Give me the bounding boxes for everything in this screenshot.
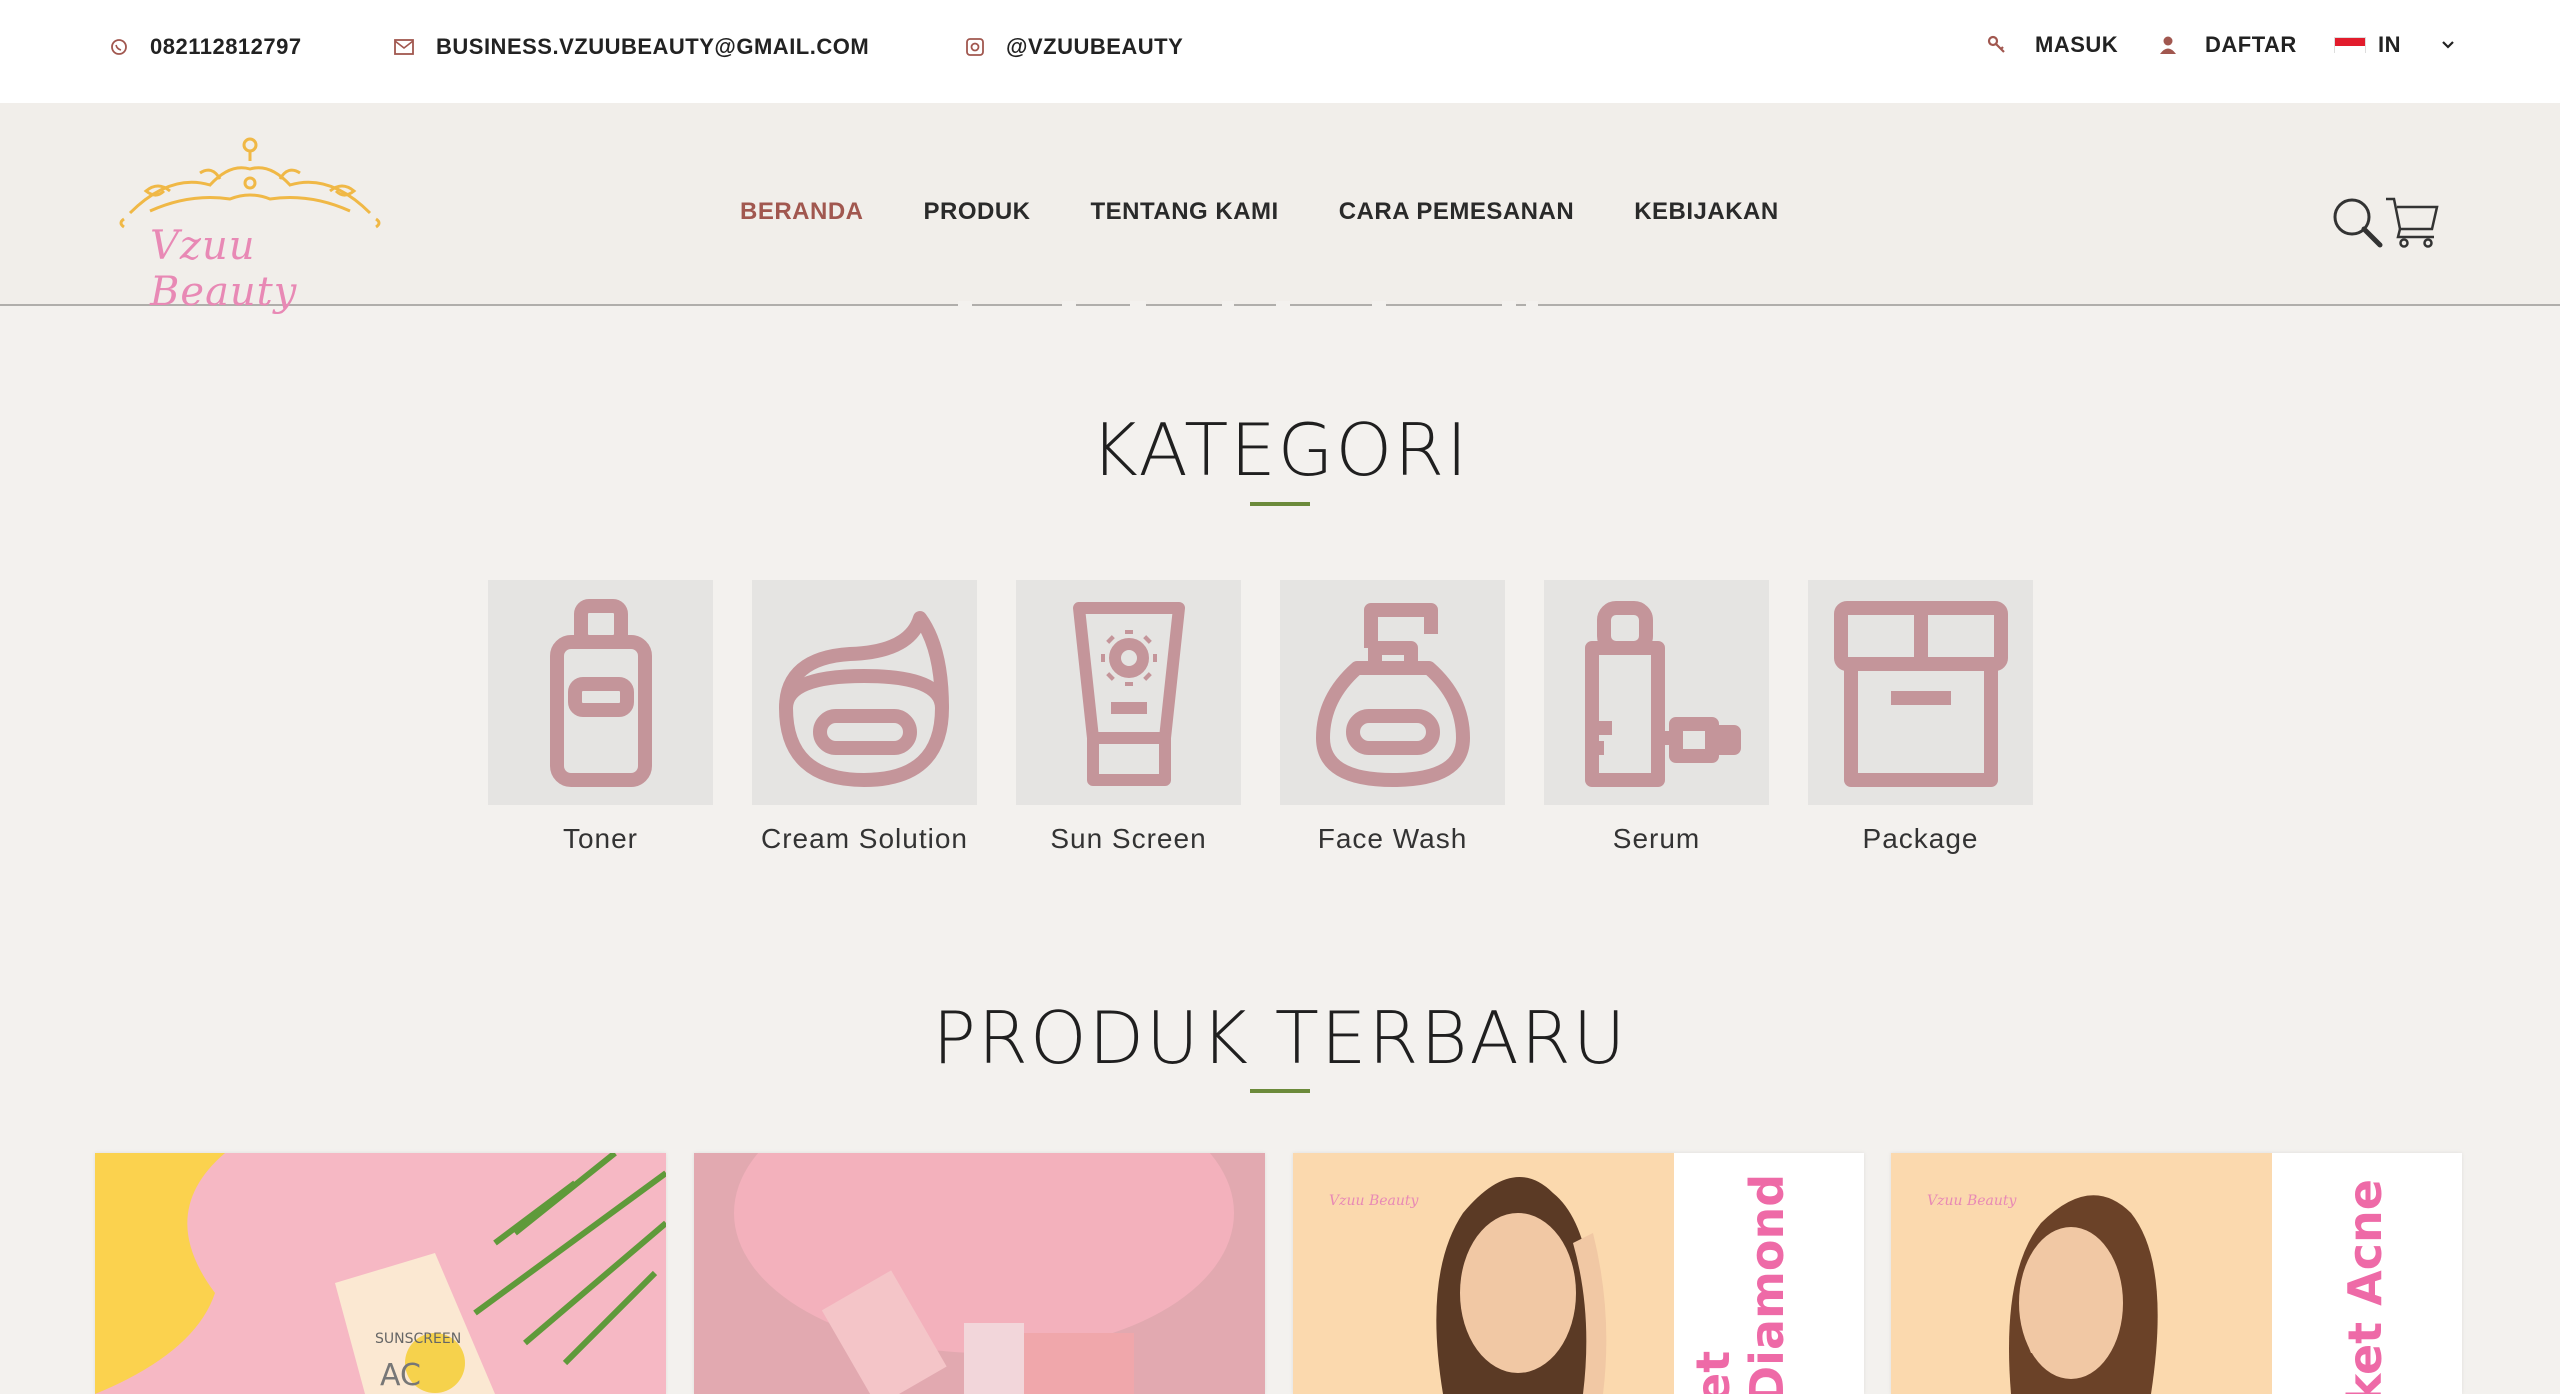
kategori-heading: KATEGORI xyxy=(1090,408,1470,492)
whatsapp-icon xyxy=(111,39,127,55)
category-label: Toner xyxy=(562,823,639,854)
sunscreen-tube-icon xyxy=(1072,601,1185,786)
svg-text:SUNSCREEN: SUNSCREEN xyxy=(375,1331,461,1347)
chevron-down-icon xyxy=(2442,41,2454,49)
category-face-wash[interactable]: Face Wash xyxy=(1280,580,1505,855)
product-banner-text: et Diamond xyxy=(1686,1173,1794,1394)
svg-text:AC: AC xyxy=(380,1358,421,1393)
category-tile xyxy=(488,580,713,805)
phone-number: 082112812797 xyxy=(150,34,302,59)
instagram-contact[interactable]: @VZUUBEAUTY xyxy=(966,34,1183,60)
product-mini-logo: Vzuu Beauty xyxy=(1927,1193,2017,1209)
user-icon xyxy=(2160,36,2176,54)
language-label: IN xyxy=(2378,32,2401,57)
nav-underline-gap xyxy=(1502,301,1516,309)
indonesia-flag-icon xyxy=(2334,37,2366,53)
product-card[interactable]: Vzuu Beauty ket Acne xyxy=(1891,1153,2462,1394)
category-tile xyxy=(1016,580,1241,805)
nav-tentang-kami[interactable]: TENTANG KAMI xyxy=(1091,198,1279,226)
search-icon[interactable] xyxy=(2330,195,2384,249)
nav-kebijakan[interactable]: KEBIJAKAN xyxy=(1634,198,1779,226)
nav-beranda[interactable]: BERANDA xyxy=(740,198,864,226)
package-box-icon xyxy=(1833,600,2008,787)
cream-jar-icon xyxy=(778,610,949,787)
register-label: DAFTAR xyxy=(2205,32,2297,57)
instagram-icon xyxy=(966,38,984,56)
nav-cara-pemesanan[interactable]: CARA PEMESANAN xyxy=(1339,198,1574,226)
main-nav: BERANDA PRODUK TENTANG KAMI CARA PEMESAN… xyxy=(740,198,1839,226)
produk-terbaru-heading: PRODUK TERBARU xyxy=(932,996,1628,1080)
register-link[interactable]: DAFTAR xyxy=(2159,32,2297,58)
product-card[interactable]: Vzuu Beauty et Diamond xyxy=(1293,1153,1864,1394)
category-tile xyxy=(1544,580,1769,805)
product-banner-text: ket Acne xyxy=(2338,1178,2392,1394)
kategori-underline xyxy=(1250,502,1310,506)
email-address: BUSINESS.VZUUBEAUTY@GMAIL.COM xyxy=(436,34,870,59)
key-icon xyxy=(1987,35,2005,53)
phone-contact[interactable]: 082112812797 xyxy=(110,34,302,60)
category-label: Face Wash xyxy=(1317,823,1468,854)
toner-bottle-icon xyxy=(549,598,652,787)
email-contact[interactable]: BUSINESS.VZUUBEAUTY@GMAIL.COM xyxy=(394,34,869,60)
category-label: Cream Solution xyxy=(761,823,968,854)
category-label: Serum xyxy=(1612,823,1701,854)
product-mini-logo: Vzuu Beauty xyxy=(1329,1193,1419,1209)
login-link[interactable]: MASUK xyxy=(1987,32,2118,58)
envelope-icon xyxy=(394,39,414,55)
category-tile xyxy=(1280,580,1505,805)
product-photo xyxy=(694,1153,1265,1394)
nav-produk[interactable]: PRODUK xyxy=(924,198,1031,226)
login-label: MASUK xyxy=(2035,32,2119,57)
nav-underline-gap xyxy=(958,301,972,309)
main-header: Vzuu Beauty BERANDA PRODUK TENTANG KAMI … xyxy=(0,103,2560,315)
crown-icon xyxy=(119,137,381,229)
category-label: Package xyxy=(1862,823,1979,854)
category-cream-solution[interactable]: Cream Solution xyxy=(752,580,977,855)
header-actions xyxy=(2330,193,2440,249)
nav-underline-gap xyxy=(1130,301,1146,309)
category-sun-screen[interactable]: Sun Screen xyxy=(1016,580,1241,855)
language-selector[interactable]: IN xyxy=(2334,32,2477,58)
product-card[interactable]: SUNSCREEN AC xyxy=(95,1153,666,1394)
cart-icon[interactable] xyxy=(2384,193,2440,249)
category-label: Sun Screen xyxy=(1050,823,1207,854)
nav-underline-gap xyxy=(1222,301,1234,309)
nav-underline-gap xyxy=(1276,301,1290,309)
nav-underline-gap xyxy=(1372,301,1386,309)
nav-underline-gap xyxy=(1526,301,1538,309)
category-package[interactable]: Package xyxy=(1808,580,2033,855)
product-card[interactable] xyxy=(694,1153,1265,1394)
serum-dropper-icon xyxy=(1584,600,1741,787)
category-tile xyxy=(752,580,977,805)
category-serum[interactable]: Serum xyxy=(1544,580,1769,855)
brand-logo[interactable]: Vzuu Beauty xyxy=(110,133,390,315)
category-toner[interactable]: Toner xyxy=(488,580,713,855)
product-photo: SUNSCREEN AC xyxy=(95,1153,666,1394)
top-bar: 082112812797 BUSINESS.VZUUBEAUTY@GMAIL.C… xyxy=(0,0,2560,103)
instagram-handle: @VZUUBEAUTY xyxy=(1006,34,1184,59)
face-wash-pump-icon xyxy=(1315,602,1470,787)
logo-wordmark: Vzuu Beauty xyxy=(150,223,298,315)
produk-terbaru-underline xyxy=(1250,1089,1310,1093)
category-tile xyxy=(1808,580,2033,805)
nav-underline-gap xyxy=(1062,301,1076,309)
